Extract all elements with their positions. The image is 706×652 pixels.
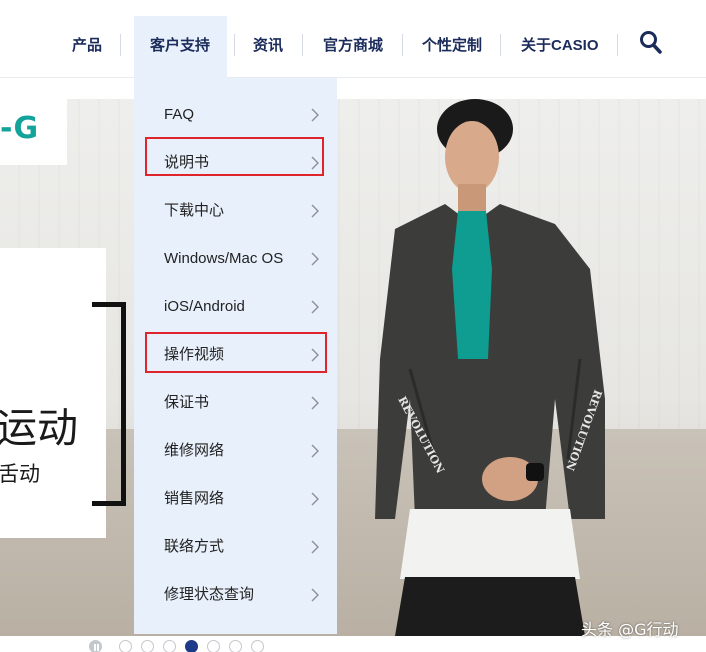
nav-item-news[interactable]: 资讯 [253,36,283,56]
carousel-dot[interactable] [141,640,154,652]
dropdown-item-label: 修理状态查询 [164,586,255,603]
nav-divider [120,34,121,56]
banner-bracket [92,302,126,506]
carousel-dot[interactable] [119,640,132,652]
chevron-right-icon [311,204,319,218]
dropdown-item-label: 销售网络 [164,490,225,507]
dropdown-item-repair-network[interactable]: 维修网络 [134,427,337,475]
dropdown-item-label: Windows/Mac OS [164,250,284,267]
banner-logo-box: -G [0,99,67,165]
search-icon[interactable] [639,30,663,56]
dropdown-item-download-center[interactable]: 下载中心 [134,187,337,235]
banner-subline: 舌动 [0,462,40,486]
dropdown-item-operation-video[interactable]: 操作视频 [134,331,337,379]
dropdown-item-label: 维修网络 [164,442,225,459]
dropdown-item-manual[interactable]: 说明书 [134,139,337,187]
customer-support-dropdown: FAQ 说明书 下载中心 Windows/Mac OS iOS/Android … [134,78,337,634]
nav-divider [500,34,501,56]
nav-item-about-casio[interactable]: 关于CASIO [521,36,599,56]
nav-divider [302,34,303,56]
nav-item-official-store[interactable]: 官方商城 [323,36,383,56]
chevron-right-icon [311,156,319,170]
carousel-pause-button[interactable] [89,640,102,652]
dropdown-item-label: 操作视频 [164,346,225,363]
carousel-dot[interactable] [207,640,220,652]
g-shock-logo: -G [0,111,40,146]
dropdown-item-ios-android[interactable]: iOS/Android [134,283,337,331]
nav-item-customization[interactable]: 个性定制 [422,36,482,56]
chevron-right-icon [311,588,319,602]
top-navigation: 产品 客户支持 资讯 官方商城 个性定制 关于CASIO [0,0,706,78]
nav-divider [234,34,235,56]
chevron-right-icon [311,348,319,362]
chevron-right-icon [311,492,319,506]
chevron-right-icon [311,108,319,122]
banner-model-image: REVOLUTION REVOLUTION [340,99,630,636]
dropdown-item-label: 保证书 [164,394,210,411]
banner-text-card [0,248,106,538]
carousel-dot[interactable] [229,640,242,652]
chevron-right-icon [311,300,319,314]
carousel-dot[interactable] [251,640,264,652]
chevron-right-icon [311,396,319,410]
chevron-right-icon [311,540,319,554]
dropdown-item-sales-network[interactable]: 销售网络 [134,475,337,523]
dropdown-item-repair-status[interactable]: 修理状态查询 [134,571,337,619]
nav-divider [617,34,618,56]
dropdown-item-label: 联络方式 [164,538,225,555]
nav-item-customer-support[interactable]: 客户支持 [150,36,210,56]
dropdown-item-label: 下载中心 [164,202,225,219]
dropdown-item-warranty[interactable]: 保证书 [134,379,337,427]
carousel-dot-active[interactable] [185,640,198,652]
nav-divider [402,34,403,56]
dropdown-item-label: FAQ [164,106,195,123]
nav-item-products[interactable]: 产品 [72,36,102,56]
chevron-right-icon [311,444,319,458]
dropdown-item-faq[interactable]: FAQ [134,91,337,139]
carousel-dot[interactable] [163,640,176,652]
dropdown-item-label: iOS/Android [164,298,245,315]
watermark-text: 头条 @G行动 [581,620,679,639]
dropdown-item-windows-mac[interactable]: Windows/Mac OS [134,235,337,283]
dropdown-item-contact[interactable]: 联络方式 [134,523,337,571]
chevron-right-icon [311,252,319,266]
banner-headline: 运动 [0,404,78,452]
dropdown-item-label: 说明书 [164,154,210,171]
